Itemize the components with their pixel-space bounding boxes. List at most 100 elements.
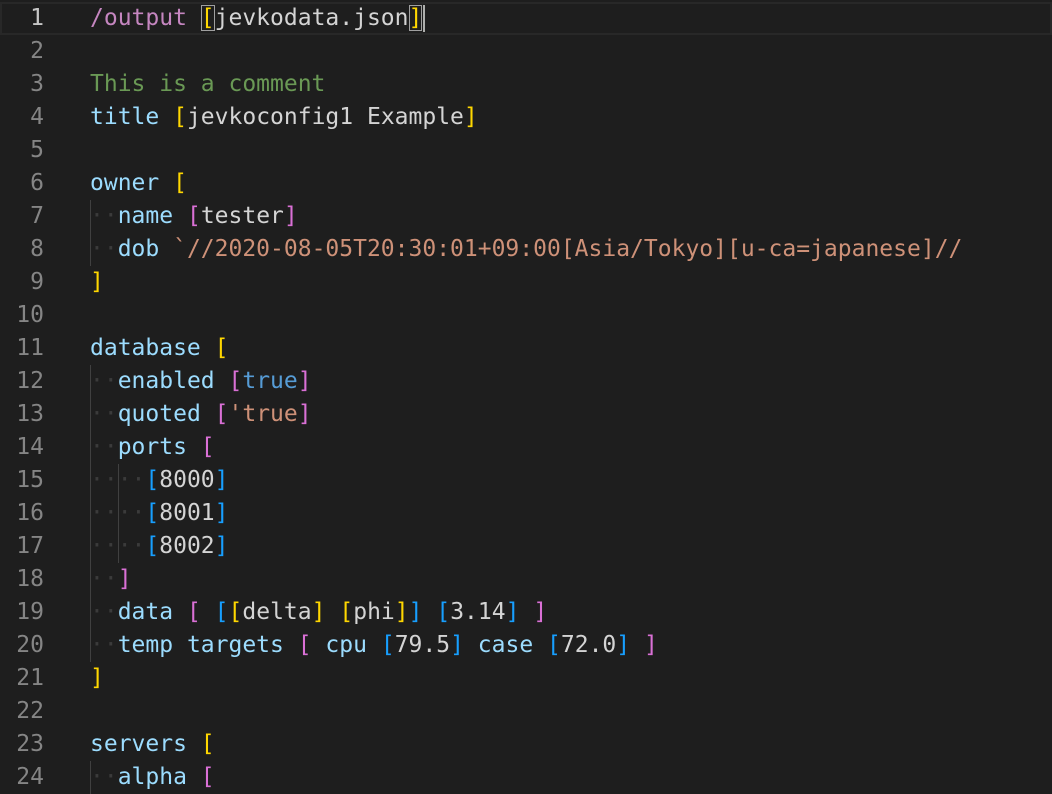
plain-token: 72.0 — [560, 632, 617, 658]
code-line[interactable]: 17 ····[8002] — [0, 530, 1052, 563]
line-number: 20 — [16, 632, 44, 658]
code-editor[interactable]: 1/output [jevkodata.json] 2 3 This is a com… — [0, 0, 1052, 794]
plain-token: 3.14 — [450, 599, 506, 625]
whitespace-dots: ···· — [90, 500, 146, 526]
code-text: ] — [90, 662, 104, 695]
code-text: ··quoted ['true] — [90, 398, 312, 431]
line-number: 10 — [16, 302, 44, 328]
line-number: 15 — [16, 467, 44, 493]
whitespace-dots: ·· — [90, 236, 118, 262]
bracket-token: [ — [214, 599, 229, 625]
code-line[interactable]: 6 owner [ — [0, 167, 1052, 200]
line-number: 13 — [16, 401, 44, 427]
line-number: 17 — [16, 533, 44, 559]
code-line[interactable]: 3 This is a comment — [0, 68, 1052, 101]
whitespace-dots: ·· — [90, 632, 118, 658]
code-text: ] — [90, 266, 104, 299]
bracket-token: [ — [200, 434, 215, 460]
bracket-token: [ — [214, 335, 229, 361]
bracket-token: ] — [533, 599, 548, 625]
plain-token: 8002 — [159, 533, 215, 559]
whitespace-dots: ·· — [90, 401, 118, 427]
code-line[interactable]: 23 servers [ — [0, 728, 1052, 761]
whitespace-dots: ···· — [90, 467, 146, 493]
whitespace-dots: ·· — [90, 566, 118, 592]
key-token: data — [117, 599, 187, 625]
code-line[interactable]: 1/output [jevkodata.json] — [0, 2, 1052, 35]
line-number: 14 — [16, 434, 44, 460]
bracket-token: [ — [380, 632, 395, 658]
code-line[interactable]: 18 ··] — [0, 563, 1052, 596]
bracket-token: [ — [339, 599, 354, 625]
plain-token: tester — [200, 203, 284, 229]
code-line[interactable]: 19 ··data [ [[delta] [phi]] [3.14] ] — [0, 596, 1052, 629]
key-token: title — [90, 104, 174, 130]
code-line[interactable]: 14 ··ports [ — [0, 431, 1052, 464]
bracket-token: [ — [228, 368, 243, 394]
code-line[interactable]: 8 ··dob `//2020-08-05T20:30:01+09:00[Asia… — [0, 233, 1052, 266]
line-number: 12 — [16, 368, 44, 394]
bracket-token: [ — [436, 599, 451, 625]
bracket-token: ] — [408, 5, 423, 31]
code-line[interactable]: 13 ··quoted ['true] — [0, 398, 1052, 431]
whitespace-dots: ·· — [90, 434, 118, 460]
code-line[interactable]: 20 ··temp targets [ cpu [79.5] case [72.0… — [0, 629, 1052, 662]
code-line[interactable]: 16 ····[8001] — [0, 497, 1052, 530]
code-text: ··ports [ — [90, 431, 215, 464]
bracket-token: [ — [145, 533, 160, 559]
code-line[interactable]: 5 — [0, 134, 1052, 167]
bracket-token: ] — [117, 566, 132, 592]
key-token: quoted — [117, 401, 215, 427]
key-token: dob — [117, 236, 174, 262]
code-text: ····[8002] — [90, 530, 229, 563]
line-number: 5 — [30, 137, 44, 163]
bracket-token: ] — [283, 203, 298, 229]
code-line[interactable]: 4 title [jevkoconfig1 Example] — [0, 101, 1052, 134]
plain-token: 8001 — [159, 500, 215, 526]
key-token: temp targets — [117, 632, 298, 658]
line-number: 2 — [30, 38, 44, 64]
line-number: 11 — [16, 335, 44, 361]
code-text: ····[8000] — [90, 464, 229, 497]
code-line[interactable]: 7 ··name [tester] — [0, 200, 1052, 233]
plain-token: 79.5 — [394, 632, 451, 658]
bracket-token: [ — [547, 632, 561, 658]
plain-token: 8000 — [159, 467, 215, 493]
code-line[interactable]: 21] — [0, 662, 1052, 695]
key-token: servers — [90, 731, 201, 757]
bracket-token: ] — [90, 665, 104, 691]
code-text: owner [ — [90, 167, 187, 200]
bracket-token: [ — [297, 632, 312, 658]
bracket-token: ] — [394, 599, 409, 625]
code-line[interactable]: 12 ··enabled [true] — [0, 365, 1052, 398]
plain-token: jevkodata.json — [214, 5, 409, 31]
code-line[interactable]: 11 database [ — [0, 332, 1052, 365]
line-number: 19 — [16, 599, 44, 625]
text-cursor — [423, 5, 426, 32]
whitespace-dots: ···· — [90, 533, 146, 559]
code-line[interactable]: 24 ··alpha [ — [0, 761, 1052, 794]
line-number: 3 — [30, 71, 44, 97]
bracket-token: ] — [450, 632, 464, 658]
code-line[interactable]: 22 — [0, 695, 1052, 728]
code-line[interactable]: 2 — [0, 35, 1052, 68]
whitespace-dots: ·· — [90, 368, 118, 394]
code-line[interactable]: 10 — [0, 299, 1052, 332]
key-token: name — [117, 203, 187, 229]
line-number: 24 — [16, 764, 44, 790]
code-text: This is a comment — [90, 68, 325, 101]
code-line[interactable]: 9] — [0, 266, 1052, 299]
code-text: title [jevkoconfig1 Example] — [90, 101, 478, 134]
key-token: database — [90, 335, 215, 361]
key-token: enabled — [117, 368, 229, 394]
code-line[interactable]: 15 ····[8000] — [0, 464, 1052, 497]
bracket-token: ] — [644, 632, 658, 658]
directive-token: /output — [90, 5, 201, 31]
bracket-token: [ — [173, 170, 187, 196]
bracket-token: ] — [505, 599, 520, 625]
line-number: 9 — [30, 269, 44, 295]
bracket-token: [ — [200, 5, 215, 31]
bracket-token: [ — [200, 731, 215, 757]
